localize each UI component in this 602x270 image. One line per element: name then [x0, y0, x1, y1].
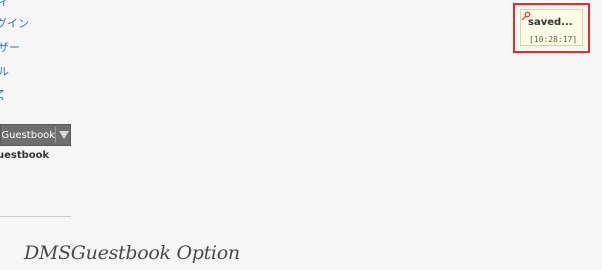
pin-icon	[521, 6, 531, 21]
guestbook-widget-button[interactable]: SGuestbook	[0, 124, 71, 146]
widget-caption: uestbook	[0, 150, 50, 161]
menu-item-user[interactable]: ザー	[0, 42, 20, 54]
widget-button-label: SGuestbook	[0, 129, 56, 141]
sidebar-divider	[0, 216, 71, 217]
menu-item-login[interactable]: グイン	[0, 18, 29, 30]
menu-item-1[interactable]: ィ	[0, 0, 9, 8]
saved-timestamp: [10:28:17]	[529, 35, 578, 44]
menu-item-5[interactable]: ζ	[0, 89, 4, 101]
menu-item-4[interactable]: ル	[0, 66, 9, 78]
saved-status-text: saved...	[528, 17, 573, 28]
chevron-down-icon[interactable]	[58, 125, 70, 145]
page-title: DMSGuestbook Option	[24, 242, 240, 264]
widget-button-separator	[55, 127, 56, 143]
